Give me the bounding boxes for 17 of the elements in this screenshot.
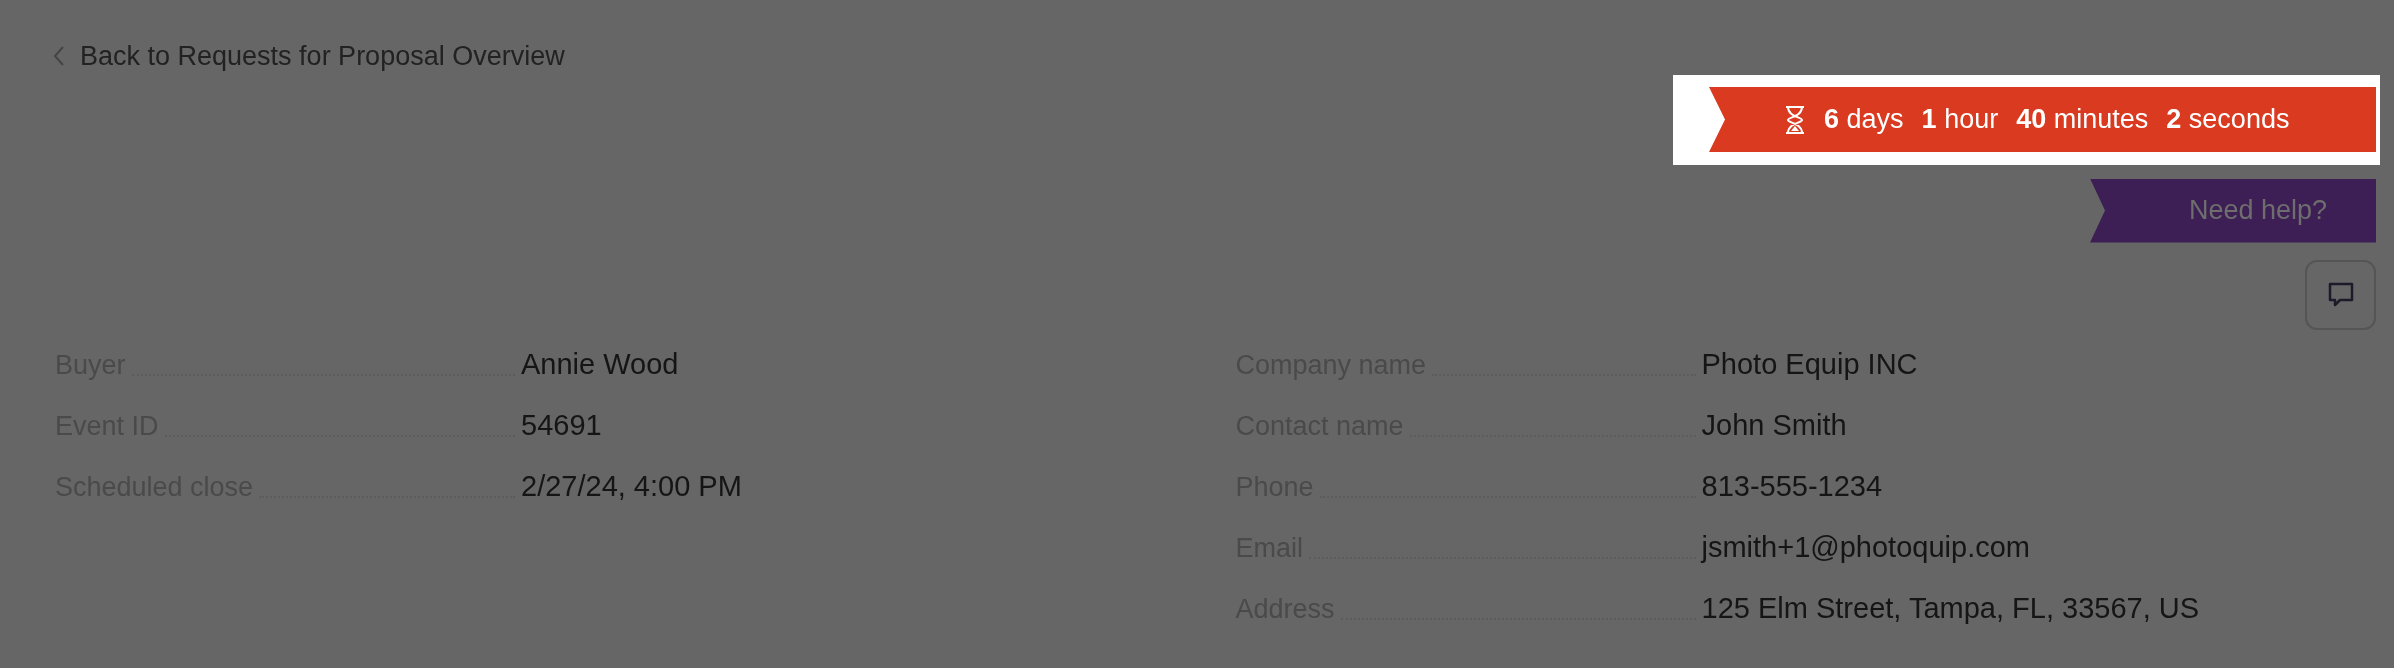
field-value: 813-555-1234 [1701, 471, 1883, 501]
field-value: Photo Equip INC [1701, 349, 1918, 379]
countdown-text: 1 hour [1921, 103, 1999, 137]
back-link[interactable]: Back to Requests for Proposal Overview [52, 36, 565, 77]
chat-button[interactable] [2305, 259, 2376, 330]
field-value: 54691 [521, 410, 602, 440]
chevron-left-icon [52, 45, 66, 68]
countdown-text: 40 minutes [2016, 103, 2149, 137]
countdown-text: 2 seconds [2166, 103, 2290, 137]
field-value: Annie Wood [521, 349, 679, 379]
field-value: 125 Elm Street, Tampa, FL, 33567, US [1701, 593, 2200, 623]
countdown-text: 6 days [1824, 103, 1904, 137]
field-value: John Smith [1701, 410, 1847, 440]
field-value: 2/27/24, 4:00 PM [521, 471, 742, 501]
field-value: jsmith+1@photoquip.com [1701, 532, 2030, 562]
help-button[interactable]: Need help? [2090, 178, 2376, 243]
hourglass-icon [1784, 104, 1806, 135]
